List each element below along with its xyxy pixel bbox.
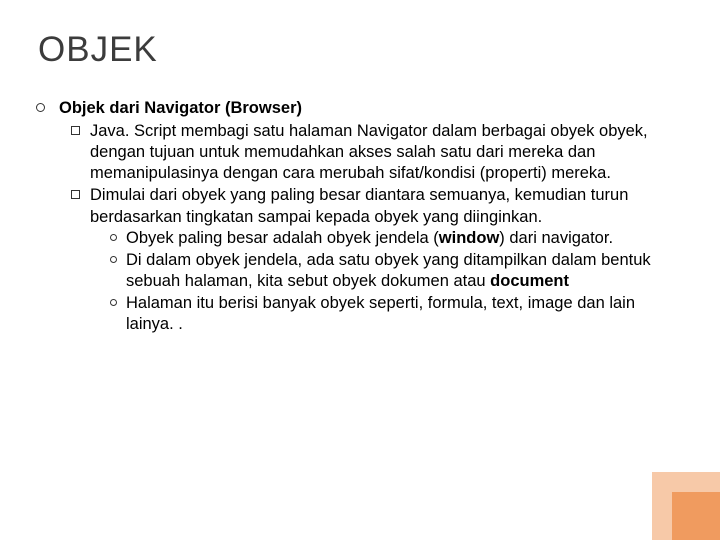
level2-body: Dimulai dari obyek yang paling besar dia… <box>90 185 672 336</box>
bullet-small-circle-icon <box>110 299 117 306</box>
bullet-square-icon <box>71 126 80 135</box>
list-item-level2: Java. Script membagi satu halaman Naviga… <box>71 121 672 184</box>
bullet-small-circle-icon <box>110 256 117 263</box>
slide-title: OBJEK <box>38 30 672 70</box>
text-fragment: Obyek paling besar adalah obyek jendela … <box>126 229 439 247</box>
bold-term-document: document <box>490 272 569 290</box>
level3-text: Obyek paling besar adalah obyek jendela … <box>126 228 672 249</box>
level1-heading: Objek dari Navigator (Browser) <box>59 98 672 119</box>
bullet-square-icon <box>71 190 80 199</box>
bold-term-window: window <box>439 229 500 247</box>
bullet-small-circle-icon <box>110 234 117 241</box>
list-item-level3: Di dalam obyek jendela, ada satu obyek y… <box>110 250 672 292</box>
accent-inner-square <box>672 492 720 540</box>
level1-body: Objek dari Navigator (Browser) Java. Scr… <box>59 98 672 337</box>
level2-text: Dimulai dari obyek yang paling besar dia… <box>90 185 672 227</box>
list-item-level2: Dimulai dari obyek yang paling besar dia… <box>71 185 672 336</box>
slide: OBJEK Objek dari Navigator (Browser) Jav… <box>0 0 720 540</box>
corner-accent <box>652 472 720 540</box>
list-item-level3: Obyek paling besar adalah obyek jendela … <box>110 228 672 249</box>
level3-text: Di dalam obyek jendela, ada satu obyek y… <box>126 250 672 292</box>
bullet-circle-icon <box>36 103 45 112</box>
level2-text: Java. Script membagi satu halaman Naviga… <box>90 121 672 184</box>
slide-content: Objek dari Navigator (Browser) Java. Scr… <box>36 98 672 337</box>
list-item-level3: Halaman itu berisi banyak obyek seperti,… <box>110 293 672 335</box>
text-fragment: ) dari navigator. <box>499 229 613 247</box>
level3-text: Halaman itu berisi banyak obyek seperti,… <box>126 293 672 335</box>
text-fragment: Di dalam obyek jendela, ada satu obyek y… <box>126 251 651 290</box>
list-item-level1: Objek dari Navigator (Browser) Java. Scr… <box>36 98 672 337</box>
